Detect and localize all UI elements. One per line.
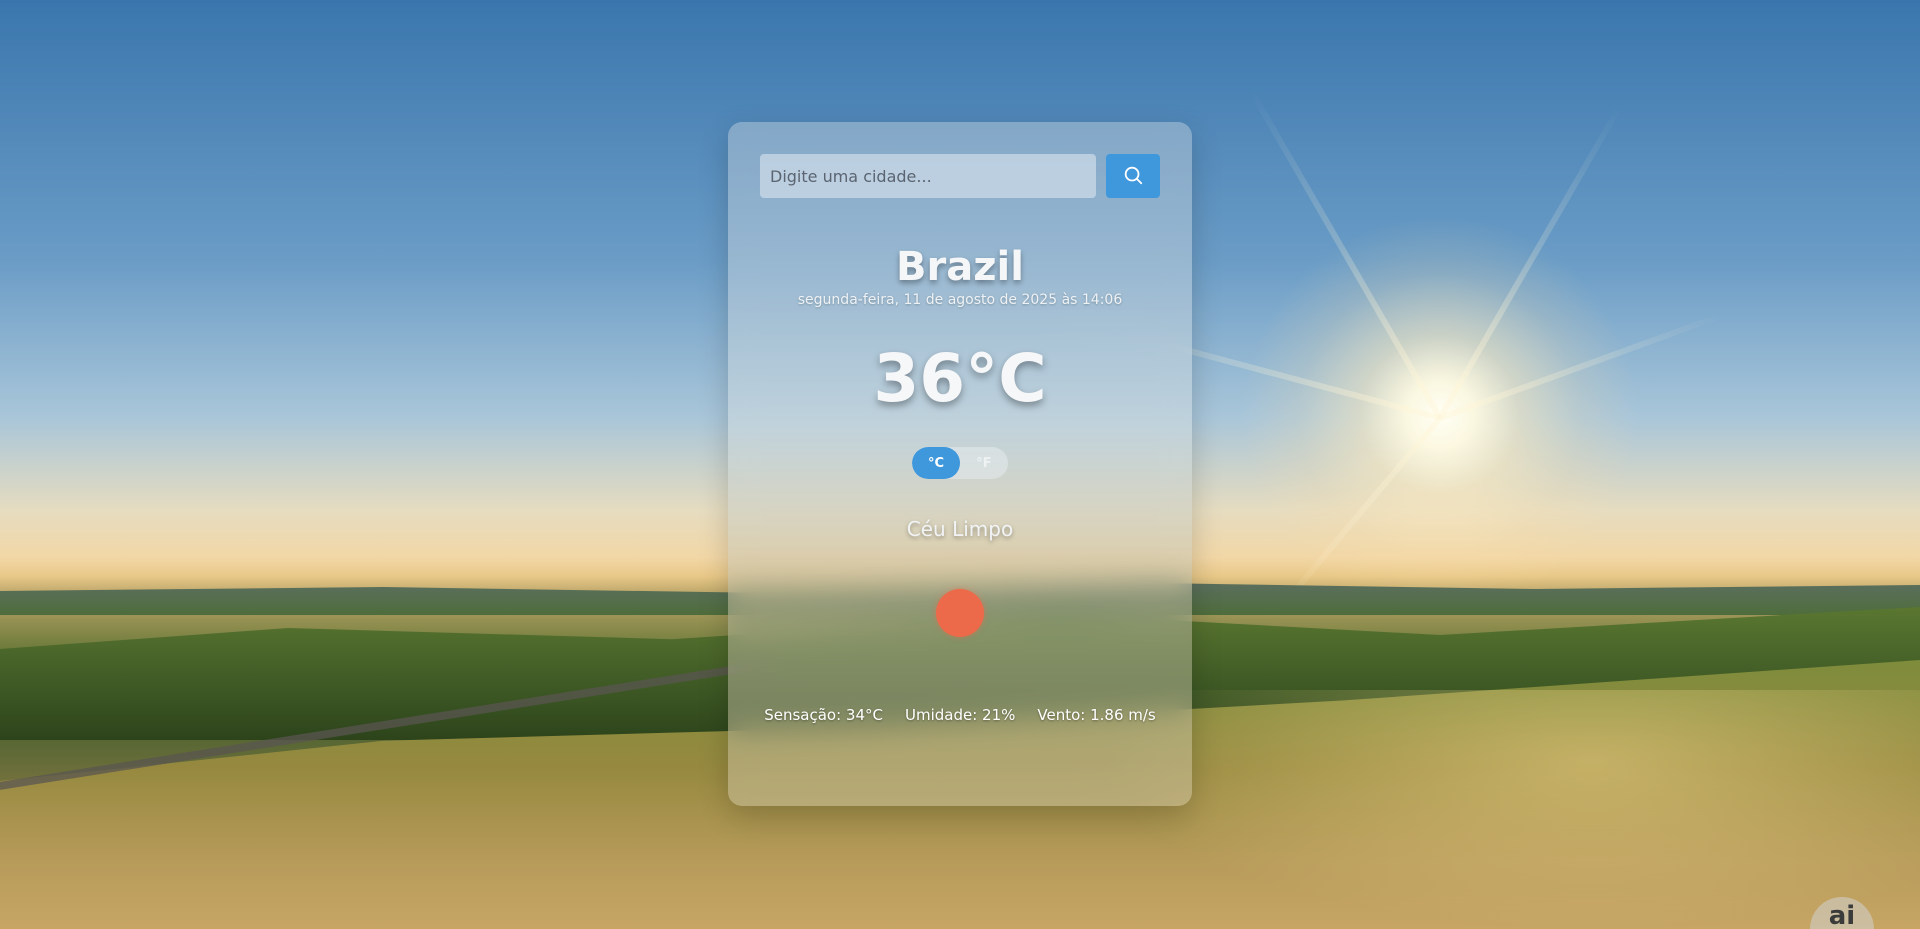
weather-details: Sensação: 34°C Umidade: 21% Vento: 1.86 …: [728, 706, 1192, 724]
search-bar: [760, 154, 1160, 198]
humidity: Umidade: 21%: [905, 706, 1016, 724]
fahrenheit-button[interactable]: °F: [960, 447, 1008, 479]
city-name: Brazil: [896, 244, 1024, 290]
grass-highlight: [1100, 690, 1920, 929]
weather-card: Brazil segunda-feira, 11 de agosto de 20…: [728, 122, 1192, 806]
background-landscape: Brazil segunda-feira, 11 de agosto de 20…: [0, 0, 1920, 929]
unit-toggle: °C °F: [912, 447, 1008, 479]
search-button[interactable]: [1106, 154, 1160, 198]
wind-speed: Vento: 1.86 m/s: [1037, 706, 1156, 724]
current-temperature: 36°C: [873, 340, 1047, 417]
celsius-button[interactable]: °C: [912, 447, 960, 479]
weather-description: Céu Limpo: [906, 517, 1014, 541]
city-search-input[interactable]: [760, 154, 1096, 198]
feels-like: Sensação: 34°C: [764, 706, 883, 724]
clear-sky-sun-icon: [936, 589, 984, 637]
date-time: segunda-feira, 11 de agosto de 2025 às 1…: [797, 292, 1123, 308]
search-icon: [1122, 164, 1144, 189]
